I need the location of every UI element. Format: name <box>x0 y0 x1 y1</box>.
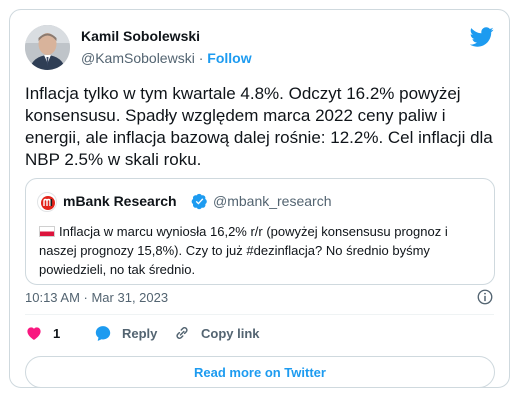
copy-link-label: Copy link <box>201 325 260 341</box>
verified-badge-icon <box>191 193 207 210</box>
read-more-button[interactable]: Read more on Twitter <box>25 356 495 388</box>
tweet-timestamp[interactable]: 10:13 AM · Mar 31, 2023 <box>25 290 168 305</box>
quoted-author-name: mBank Research <box>63 193 177 209</box>
twitter-bird-icon[interactable] <box>470 25 494 49</box>
author-meta: @KamSobolewski · Follow <box>81 50 252 66</box>
quoted-avatar[interactable] <box>37 192 57 212</box>
author-name[interactable]: Kamil Sobolewski <box>81 28 200 44</box>
quoted-author-handle: @mbank_research <box>213 193 332 209</box>
meta-separator: · <box>198 50 204 66</box>
divider <box>25 314 494 315</box>
heart-icon <box>27 327 41 340</box>
quoted-text-body: Inflacja w marcu wyniosła 16,2% r/r (pow… <box>39 224 448 277</box>
reply-label: Reply <box>122 325 158 341</box>
author-handle[interactable]: @KamSobolewski <box>81 50 195 66</box>
poland-flag-icon <box>39 226 55 237</box>
author-avatar[interactable] <box>25 25 70 70</box>
reply-icon <box>95 326 111 341</box>
copy-link-button[interactable]: Copy link <box>173 322 260 344</box>
reply-button[interactable]: Reply <box>94 322 157 344</box>
like-button[interactable]: 1 <box>25 322 60 344</box>
quoted-text: Inflacja w marcu wyniosła 16,2% r/r (pow… <box>39 222 487 279</box>
tweet-actions: 1 Reply Copy link <box>25 322 325 344</box>
like-count: 1 <box>53 325 61 341</box>
link-icon <box>176 327 188 339</box>
tweet-text: Inflacja tylko w tym kwartale 4.8%. Odcz… <box>25 84 493 169</box>
follow-button[interactable]: Follow <box>207 50 251 66</box>
tweet-embed-card: Kamil Sobolewski @KamSobolewski · Follow… <box>9 9 510 388</box>
quoted-tweet[interactable]: mBank Research @mbank_research Inflacja … <box>25 178 495 285</box>
info-icon[interactable] <box>476 288 494 306</box>
